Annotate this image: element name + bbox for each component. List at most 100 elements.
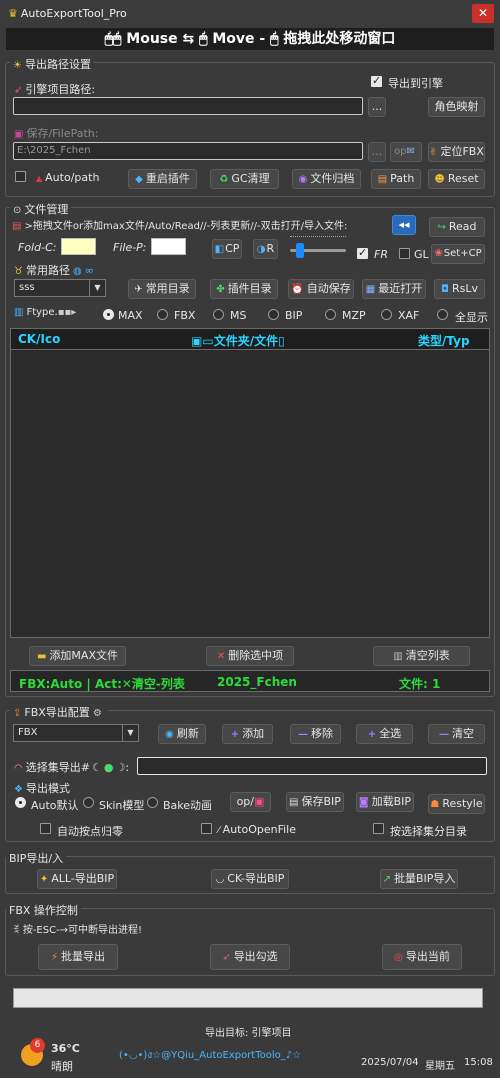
- time-text: 15:08: [464, 1057, 493, 1068]
- export-to-engine-checkbox[interactable]: [371, 74, 382, 87]
- gc-clean-button[interactable]: ♻ GC清理: [210, 169, 279, 189]
- common-dir-button[interactable]: ✈ 常用目录: [128, 279, 196, 299]
- doc-icon: ▤: [12, 221, 22, 232]
- plus-icon: +: [367, 729, 377, 740]
- bird-icon: ✈: [134, 284, 143, 295]
- file-color-label: File-P:: [113, 241, 147, 254]
- ck-export-bip-button[interactable]: ◡ CK-导出BIP: [211, 869, 289, 889]
- remove-button[interactable]: — 移除: [290, 724, 341, 744]
- rslv-button[interactable]: ◘ RsLv: [434, 279, 485, 299]
- drag-handle-bar[interactable]: 🖱🖱 Mouse ⇆ 🖱 Move - 🖱 拖拽此处移动窗口: [6, 28, 494, 50]
- refresh-button[interactable]: ◉ 刷新: [158, 724, 206, 744]
- read-button[interactable]: ↪ Read: [429, 217, 485, 237]
- gl-checkbox[interactable]: [399, 248, 410, 259]
- batch-import-bip-button[interactable]: ↗ 批量BIP导入: [380, 869, 458, 889]
- auto-save-button[interactable]: ⏰ 自动保存: [288, 279, 354, 299]
- mode-radio-bake[interactable]: [147, 797, 158, 808]
- cp-icon: ◧: [214, 244, 225, 255]
- add-button[interactable]: + 添加: [222, 724, 273, 744]
- delete-selected-button[interactable]: ✕ 删除选中项: [206, 646, 294, 666]
- export-checked-button[interactable]: ➶ 导出勾选: [210, 944, 290, 970]
- crown-icon: ♛: [8, 7, 18, 20]
- clear-list-button[interactable]: ▥ 清空列表: [373, 646, 470, 666]
- folder-icon: ▬: [36, 651, 47, 662]
- auto-path-checkbox[interactable]: [15, 171, 26, 182]
- by-selset-dir-checkbox[interactable]: [373, 823, 384, 834]
- op-button[interactable]: op✉: [390, 142, 422, 162]
- op-mail-button[interactable]: op/▣: [230, 792, 271, 812]
- restart-plugin-button[interactable]: ◆ 重启插件: [128, 169, 197, 189]
- triangle-icon: ▲: [36, 174, 43, 183]
- plugin-dir-button[interactable]: ✤ 插件目录: [210, 279, 278, 299]
- add-max-button[interactable]: ▬ 添加MAX文件: [29, 646, 126, 666]
- marquee-text: (•◡•)ง☆@YQiu_AutoExportToolo_♪☆: [119, 1050, 302, 1061]
- ftype-radio-mzp[interactable]: [325, 309, 336, 320]
- file-color-swatch[interactable]: [151, 238, 186, 255]
- recycle-icon: ♻: [219, 174, 229, 185]
- format-select[interactable]: FBX ▼: [13, 724, 139, 742]
- col-folder-header[interactable]: ▣▭文件夹/文件▯: [191, 332, 285, 349]
- export-current-button[interactable]: ◎ 导出当前: [382, 944, 462, 970]
- col-ck-header[interactable]: CK/Ico: [18, 332, 60, 346]
- ftype-radio-xaf[interactable]: [381, 309, 392, 320]
- status-count: 文件: 1: [399, 677, 441, 691]
- auto-open-file-checkbox[interactable]: [201, 823, 212, 834]
- clock-icon: ⊙: [13, 205, 22, 216]
- cp-button[interactable]: ◧CP: [212, 239, 242, 259]
- path-button[interactable]: ▤ Path: [371, 169, 421, 189]
- recent-open-button[interactable]: ▦ 最近打开: [362, 279, 426, 299]
- export-to-engine-label: 导出到引擎: [388, 77, 443, 90]
- import-icon: ↗: [382, 874, 391, 885]
- file-list[interactable]: [10, 350, 490, 638]
- slider-handle[interactable]: [296, 243, 304, 258]
- window-titlebar[interactable]: ♛ AutoExportTool_Pro ✕: [0, 0, 500, 28]
- gl-label: GL: [414, 248, 429, 261]
- load-bip-button[interactable]: ◙ 加载BIP: [356, 792, 414, 812]
- ftype-radio-bip[interactable]: [268, 309, 279, 320]
- ftype-radio-fbx[interactable]: [157, 309, 168, 320]
- role-map-button[interactable]: 角色映射: [428, 97, 485, 117]
- fold-color-swatch[interactable]: [61, 238, 96, 255]
- save-path-input[interactable]: E:\2025_Fchen: [13, 142, 363, 160]
- locate-fbx-button[interactable]: ✌ 定位FBX: [428, 142, 485, 162]
- set-cp-button[interactable]: ❀Set+CP: [431, 244, 485, 264]
- drag-hint: ▤ >拖拽文件or添加max文件/Auto/Read//-列表更新//-双击打开/…: [12, 221, 348, 232]
- select-all-button[interactable]: + 全选: [356, 724, 413, 744]
- restyle-button[interactable]: ☗ Restyle: [428, 794, 485, 814]
- clear-button[interactable]: — 清空: [428, 724, 485, 744]
- engine-path-input[interactable]: [13, 97, 363, 115]
- rocket-icon: ➶: [14, 85, 23, 96]
- mode-label-auto: Auto默认: [31, 799, 79, 812]
- batch-export-button[interactable]: ⚡ 批量导出: [38, 944, 118, 970]
- fr-checkbox[interactable]: [357, 246, 368, 259]
- rewind-button[interactable]: ◂◂: [392, 215, 416, 235]
- all-export-bip-button[interactable]: ✦ ALL-导出BIP: [37, 869, 117, 889]
- ck-icon: ◡: [215, 874, 225, 885]
- save-browse-button[interactable]: ...: [368, 142, 386, 162]
- x-icon: ✕: [216, 651, 226, 662]
- engine-browse-button[interactable]: ...: [368, 97, 386, 117]
- file-archive-button[interactable]: ◉ 文件归档: [292, 169, 361, 189]
- weekday-text: 星期五: [425, 1061, 455, 1072]
- restart-icon: ◆: [135, 174, 143, 185]
- ftype-radio-all[interactable]: [437, 309, 448, 320]
- col-type-header[interactable]: 类型/Typ: [418, 332, 470, 349]
- path-icon: ▤: [377, 174, 388, 185]
- plus-icon: +: [230, 729, 240, 740]
- kaomoji-icon: ꉂ: [12, 925, 20, 936]
- pen-icon: ⁄: [218, 825, 220, 836]
- reset-button[interactable]: ☻ Reset: [428, 169, 485, 189]
- ftype-radio-ms[interactable]: [213, 309, 224, 320]
- auto-bone-reset-checkbox[interactable]: [40, 823, 51, 834]
- read-icon: ↪: [437, 222, 446, 233]
- ftype-label-xaf: XAF: [398, 309, 420, 322]
- save-bip-button[interactable]: ▤ 保存BIP: [286, 792, 344, 812]
- selset-input[interactable]: [137, 757, 487, 775]
- mode-radio-skin[interactable]: [83, 797, 94, 808]
- close-button[interactable]: ✕: [472, 4, 494, 23]
- save-path-label: ▣ 保存/FilePath:: [14, 127, 99, 140]
- path-select[interactable]: sss ▼: [14, 279, 106, 297]
- ftype-radio-max[interactable]: [103, 309, 114, 320]
- mode-radio-auto[interactable]: [15, 797, 26, 808]
- r-button[interactable]: ◑R: [253, 239, 278, 259]
